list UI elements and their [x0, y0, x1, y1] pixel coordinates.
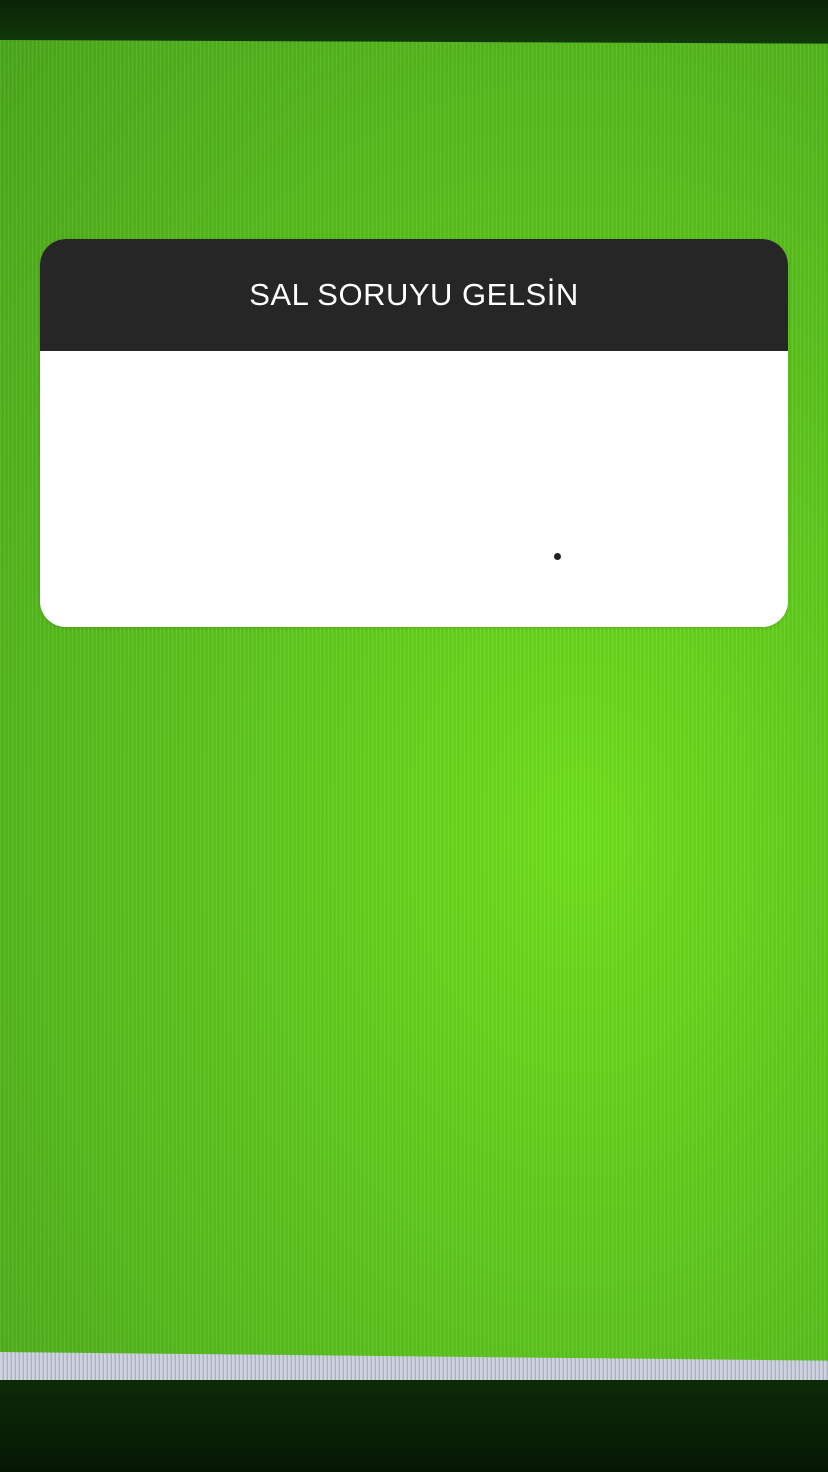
text-cursor-dot — [554, 553, 561, 560]
story-screen: SAL SORUYU GELSİN — [0, 0, 828, 1472]
question-answer-area[interactable] — [40, 351, 788, 627]
monitor-bottom-bezel — [0, 1380, 828, 1472]
monitor-top-bezel — [0, 0, 828, 44]
question-sticker[interactable]: SAL SORUYU GELSİN — [40, 239, 788, 627]
question-sticker-title: SAL SORUYU GELSİN — [249, 277, 579, 312]
question-sticker-header: SAL SORUYU GELSİN — [40, 239, 788, 351]
